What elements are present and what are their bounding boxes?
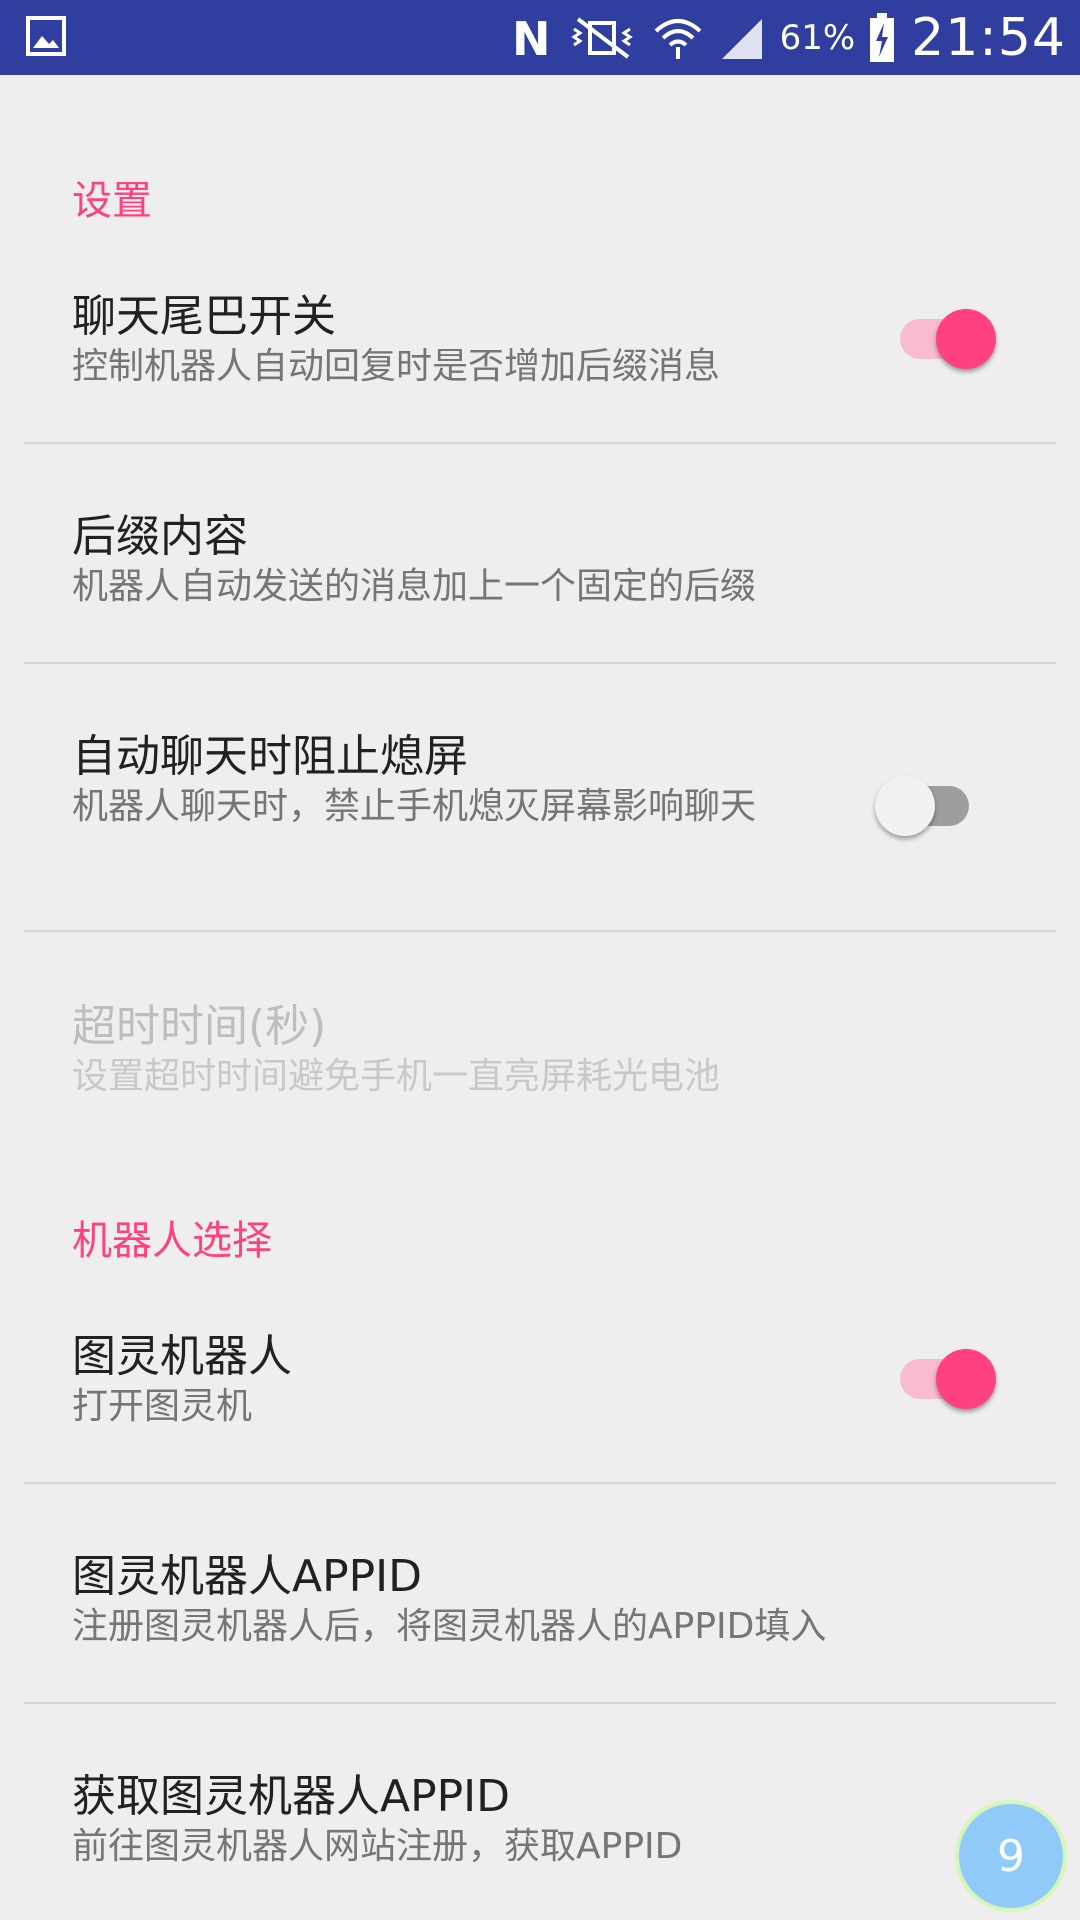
signal-icon [718,15,766,61]
pref-summary: 控制机器人自动回复时是否增加后缀消息 [72,346,721,387]
pref-title: 聊天尾巴开关 [72,291,336,342]
battery-charging-icon [869,12,895,62]
divider [24,1482,1056,1484]
pref-summary: 前往图灵机器人网站注册，获取APPID [72,1826,683,1867]
divider [24,662,1056,664]
pref-get-turing-appid[interactable]: 获取图灵机器人APPID 前往图灵机器人网站注册，获取APPID [0,1750,1080,1920]
robot-category-header: 机器人选择 [72,1218,272,1264]
pref-title: 超时时间(秒) [72,1001,327,1052]
pref-summary: 机器人自动发送的消息加上一个固定的后缀 [72,566,757,607]
pref-title: 自动聊天时阻止熄屏 [72,731,468,782]
turing-robot-toggle[interactable] [890,1340,1000,1409]
prevent-sleep-toggle[interactable] [875,767,985,836]
chat-tail-toggle[interactable] [890,300,1000,369]
pref-title: 图灵机器人APPID [72,1551,423,1602]
wifi-icon [652,15,704,61]
pref-timeout: 超时时间(秒) 设置超时时间避免手机一直亮屏耗光电池 [0,980,1080,1130]
switch-thumb [936,309,996,369]
pref-title: 图灵机器人 [72,1331,292,1382]
clock: 21:54 [911,7,1066,68]
pref-suffix-content[interactable]: 后缀内容 机器人自动发送的消息加上一个固定的后缀 [0,490,1080,660]
pref-summary: 打开图灵机 [72,1386,253,1427]
nfc-icon: N [510,15,554,61]
switch-thumb [875,776,935,836]
status-bar: N 61% 21:54 [0,0,1080,75]
pref-title: 获取图灵机器人APPID [72,1771,511,1822]
settings-category-header: 设置 [72,178,152,224]
pref-turing-appid[interactable]: 图灵机器人APPID 注册图灵机器人后，将图灵机器人的APPID填入 [0,1530,1080,1700]
svg-text:N: N [512,15,551,61]
switch-thumb [936,1349,996,1409]
pref-turing-robot[interactable]: 图灵机器人 打开图灵机 [0,1310,1080,1480]
divider [24,1702,1056,1704]
floating-count-badge[interactable]: 9 [955,1800,1067,1912]
vibrate-mute-icon [568,15,638,61]
pref-title: 后缀内容 [72,511,248,562]
pref-summary: 注册图灵机器人后，将图灵机器人的APPID填入 [72,1606,827,1647]
gallery-icon [26,16,66,56]
pref-chat-tail-switch[interactable]: 聊天尾巴开关 控制机器人自动回复时是否增加后缀消息 [0,270,1080,440]
divider [24,930,1056,932]
pref-summary: 设置超时时间避免手机一直亮屏耗光电池 [72,1056,721,1097]
pref-summary: 机器人聊天时，禁止手机熄灭屏幕影响聊天 [72,786,757,827]
battery-percent: 61% [779,17,856,58]
status-icons: N 61% 21:54 [496,0,1066,75]
divider [24,442,1056,444]
pref-prevent-sleep[interactable]: 自动聊天时阻止熄屏 机器人聊天时，禁止手机熄灭屏幕影响聊天 [0,710,1080,930]
